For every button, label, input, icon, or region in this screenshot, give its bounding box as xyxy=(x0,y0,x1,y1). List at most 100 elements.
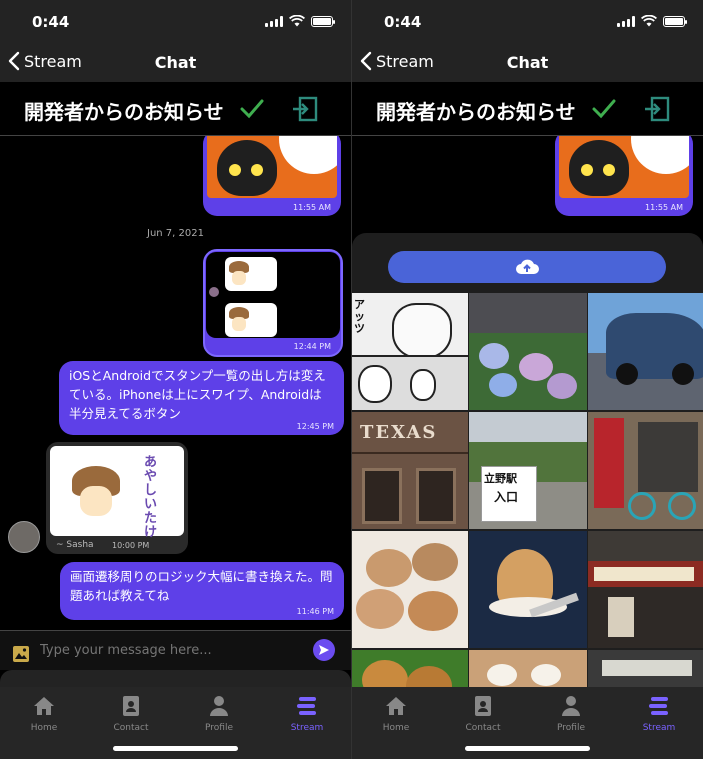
sticker-thumbnail xyxy=(225,257,277,291)
photo-tile[interactable]: 立野駅 入口 xyxy=(469,412,587,529)
profile-icon xyxy=(210,696,228,716)
tab-stream[interactable]: Stream xyxy=(624,695,694,733)
back-button[interactable]: Stream xyxy=(360,51,434,71)
profile-icon xyxy=(562,696,580,716)
tab-label: Stream xyxy=(290,723,324,733)
battery-icon xyxy=(311,15,335,27)
message-sticker-bubble[interactable]: 12:44 PM xyxy=(203,249,343,357)
photo-tile[interactable] xyxy=(588,293,703,410)
tab-bar: Home Contact Profile Stream xyxy=(352,687,703,759)
message-text-bubble[interactable]: 画面遷移周りのロジック大幅に書き換えた。問題あれば教えてね 11:46 PM xyxy=(60,562,344,620)
sticker-image: あやしいたけ xyxy=(50,446,184,540)
room-title: 開発者からのお知らせ xyxy=(24,100,224,124)
home-indicator xyxy=(465,746,590,751)
tab-label: Profile xyxy=(205,723,233,733)
photo-tile[interactable] xyxy=(588,650,703,687)
photo-tile[interactable] xyxy=(588,531,703,648)
upload-button[interactable] xyxy=(388,251,666,283)
tab-bar: Home Contact Profile Stream xyxy=(0,687,351,759)
home-icon xyxy=(386,697,406,715)
image-picker-icon[interactable] xyxy=(12,645,30,663)
message-text-bubble[interactable]: iOSとAndroidでスタンプ一覧の出し方は変えている。iPhoneは上にスワ… xyxy=(59,361,344,435)
texas-sign: TEXAS xyxy=(360,422,438,443)
sticker-sheet-handle[interactable] xyxy=(0,670,351,687)
date-separator: Jun 7, 2021 xyxy=(147,228,204,239)
tab-label: Home xyxy=(382,723,410,733)
tab-label: Stream xyxy=(642,723,676,733)
message-list[interactable]: 11:55 AM Jun 7, 2021 12:44 PM iOSとAndroi… xyxy=(0,136,351,630)
status-time: 0:44 xyxy=(32,13,70,31)
check-icon[interactable] xyxy=(590,96,618,122)
room-header: 開発者からのお知らせ xyxy=(352,82,703,136)
chat-screen-left: 0:44 Stream Chat 開発者からのお知らせ 11:55 AM Jun… xyxy=(0,0,351,759)
station-sign-sub: 入口 xyxy=(494,490,519,504)
cat-illustration xyxy=(207,136,337,198)
leave-room-icon[interactable] xyxy=(292,96,318,122)
photo-tile[interactable] xyxy=(469,531,587,648)
tab-label: Contact xyxy=(465,723,501,733)
chevron-left-icon xyxy=(8,51,20,71)
status-time: 0:44 xyxy=(384,13,422,31)
message-time: 11:55 AM xyxy=(293,203,331,212)
tab-home[interactable]: Home xyxy=(361,695,431,733)
status-icons xyxy=(265,15,335,27)
message-image-bubble[interactable]: 11:55 AM xyxy=(555,136,693,216)
avatar xyxy=(209,287,219,297)
send-button[interactable] xyxy=(313,639,335,661)
photo-tile[interactable] xyxy=(469,650,587,687)
cat-illustration xyxy=(559,136,689,198)
message-image-bubble[interactable]: 11:55 AM xyxy=(203,136,341,216)
check-icon[interactable] xyxy=(238,96,266,122)
nav-bar: Stream Chat xyxy=(352,44,703,82)
tab-contact[interactable]: Contact xyxy=(448,695,518,733)
home-indicator xyxy=(113,746,238,751)
contact-icon xyxy=(475,696,491,716)
status-icons xyxy=(617,15,687,27)
manga-caption: アッツ xyxy=(354,298,365,335)
tab-home[interactable]: Home xyxy=(9,695,79,733)
message-text: 画面遷移周りのロジック大幅に書き換えた。問題あれば教えてね xyxy=(70,569,333,603)
stream-icon xyxy=(649,697,668,715)
back-label: Stream xyxy=(24,51,82,71)
signal-icon xyxy=(265,15,283,27)
sender-name: ~ Sasha xyxy=(56,540,94,550)
room-header: 開発者からのお知らせ xyxy=(0,82,351,136)
tab-profile[interactable]: Profile xyxy=(184,695,254,733)
back-button[interactable]: Stream xyxy=(8,51,82,71)
message-incoming-bubble[interactable]: あやしいたけ ~ Sasha 10:00 PM xyxy=(46,442,188,554)
message-time: 10:00 PM xyxy=(112,541,150,550)
cloud-upload-icon xyxy=(516,259,539,274)
leave-room-icon[interactable] xyxy=(644,96,670,122)
status-bar: 0:44 xyxy=(0,0,351,44)
sticker-caption: あやしいたけ xyxy=(144,455,158,540)
photo-tile[interactable] xyxy=(588,412,703,529)
back-label: Stream xyxy=(376,51,434,71)
message-text: iOSとAndroidでスタンプ一覧の出し方は変えている。iPhoneは上にスワ… xyxy=(69,368,326,421)
photo-tile[interactable]: アッツ xyxy=(352,293,468,410)
message-input[interactable] xyxy=(40,639,290,661)
station-sign: 立野駅 xyxy=(484,472,517,485)
photo-tile[interactable]: TEXAS xyxy=(352,412,468,529)
photo-picker-sheet: アッツ TEXAS 立野駅 入口 xyxy=(352,233,703,687)
message-time: 12:44 PM xyxy=(293,342,331,351)
photo-grid: アッツ TEXAS 立野駅 入口 xyxy=(352,293,703,687)
home-icon xyxy=(34,697,54,715)
contact-icon xyxy=(123,696,139,716)
tab-stream[interactable]: Stream xyxy=(272,695,342,733)
tab-label: Home xyxy=(30,723,58,733)
chat-screen-right: 0:44 Stream Chat 開発者からのお知らせ 11:55 AM アッツ… xyxy=(352,0,703,759)
tab-contact[interactable]: Contact xyxy=(96,695,166,733)
stream-icon xyxy=(297,697,316,715)
status-bar: 0:44 xyxy=(352,0,703,44)
photo-tile[interactable] xyxy=(352,531,468,648)
photo-tile[interactable] xyxy=(469,293,587,410)
send-icon xyxy=(319,645,329,655)
message-input-bar xyxy=(0,630,351,670)
tab-label: Contact xyxy=(113,723,149,733)
chevron-left-icon xyxy=(360,51,372,71)
message-time: 12:45 PM xyxy=(296,422,334,431)
photo-tile[interactable] xyxy=(352,650,468,687)
sender-avatar[interactable] xyxy=(8,521,40,553)
tab-profile[interactable]: Profile xyxy=(536,695,606,733)
message-time: 11:55 AM xyxy=(645,203,683,212)
